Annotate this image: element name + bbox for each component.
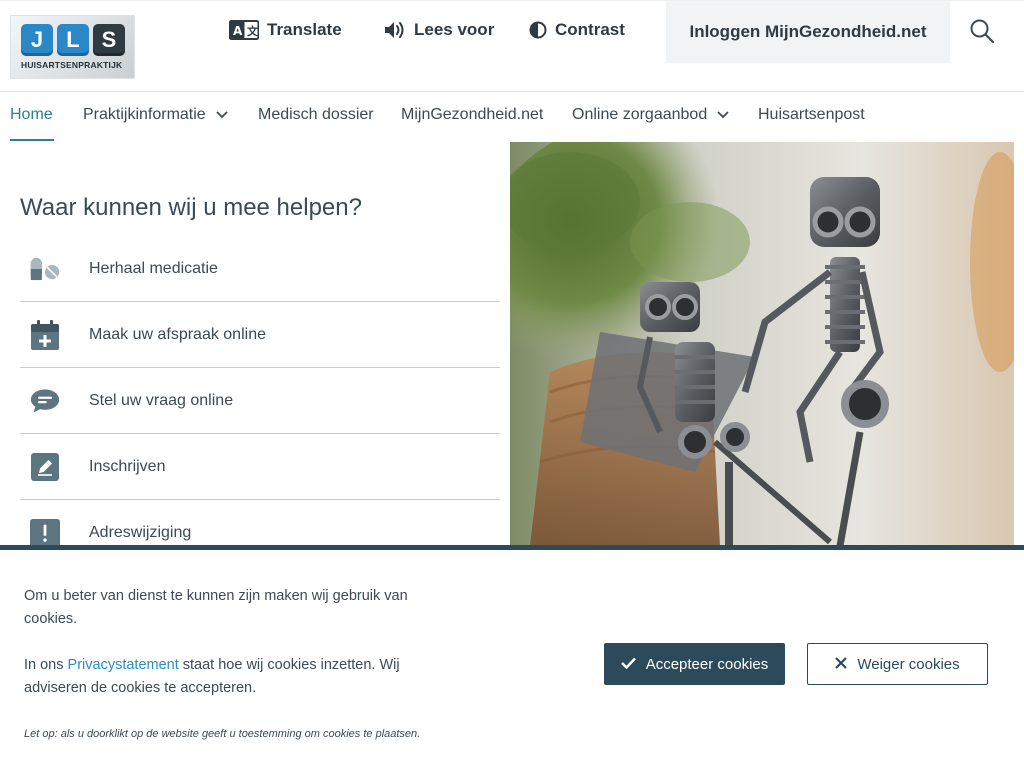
contrast-icon <box>529 21 547 39</box>
translate-button[interactable]: A 文 Translate <box>229 19 342 41</box>
nav-item-label: Praktijkinformatie <box>83 106 206 123</box>
logo-subtitle: HUISARTSENPRAKTIJK <box>21 60 123 70</box>
cookie-text-privacy: In ons Privacystatement staat hoe wij co… <box>24 654 454 700</box>
chevron-down-icon <box>216 106 228 124</box>
main-navigation: Home Praktijkinformatie Medisch dossier … <box>0 92 1024 142</box>
cookie-consent-note: Let op: als u doorklikt op de website ge… <box>24 728 421 740</box>
nav-item-huisartsenpost[interactable]: Huisartsenpost <box>758 106 865 124</box>
nav-item-label: Home <box>10 106 53 123</box>
translate-label: Translate <box>267 20 342 39</box>
action-label: Stel uw vraag online <box>89 391 234 409</box>
nav-item-online-zorgaanbod[interactable]: Online zorgaanbod <box>572 106 729 124</box>
action-vraag-online[interactable]: Stel uw vraag online <box>20 368 500 434</box>
action-herhaal-medicatie[interactable]: Herhaal medicatie <box>20 236 500 302</box>
contrast-label: Contrast <box>555 20 625 39</box>
action-label: Inschrijven <box>89 457 166 475</box>
top-bar: J L S HUISARTSENPRAKTIJK A 文 Translate L… <box>0 0 1024 92</box>
cookie-text-intro: Om u beter van dienst te kunnen zijn mak… <box>24 588 408 627</box>
nav-item-label: MijnGezondheid.net <box>401 106 544 123</box>
nav-item-praktijkinformatie[interactable]: Praktijkinformatie <box>83 106 228 124</box>
action-label: Adreswijziging <box>89 523 192 541</box>
reject-cookies-button[interactable]: Weiger cookies <box>807 643 988 685</box>
logo-letters: J L S <box>21 24 125 56</box>
nav-item-medisch-dossier[interactable]: Medisch dossier <box>258 106 374 124</box>
read-aloud-button[interactable]: Lees voor <box>384 19 494 41</box>
nav-item-label: Online zorgaanbod <box>572 106 708 123</box>
action-inschrijven[interactable]: Inschrijven <box>20 434 500 500</box>
translate-icon: A 文 <box>229 20 259 40</box>
nav-item-home[interactable]: Home <box>10 106 53 124</box>
svg-text:文: 文 <box>247 24 259 38</box>
reject-cookies-label: Weiger cookies <box>857 655 960 673</box>
exclamation-icon <box>30 518 60 548</box>
chevron-down-icon <box>717 106 729 124</box>
speaker-icon <box>384 20 406 40</box>
contrast-button[interactable]: Contrast <box>529 19 625 41</box>
close-icon <box>835 656 848 673</box>
logo-letter-s: S <box>93 24 125 56</box>
login-button[interactable]: Inloggen MijnGezondheid.net <box>666 1 950 63</box>
cookie-text-before: In ons <box>24 657 68 673</box>
quick-actions-list: Herhaal medicatie Maak uw afspraak onlin… <box>20 236 500 566</box>
hero-photo <box>510 142 1014 546</box>
logo-letter-l: L <box>57 24 89 56</box>
active-nav-underline <box>10 139 54 141</box>
accept-cookies-button[interactable]: Accepteer cookies <box>604 643 785 685</box>
nav-item-label: Huisartsenpost <box>758 106 865 123</box>
nav-item-label: Medisch dossier <box>258 106 374 123</box>
pills-icon <box>30 254 60 284</box>
cookie-banner: Om u beter van dienst te kunnen zijn mak… <box>0 545 1024 768</box>
pencil-icon <box>30 452 60 482</box>
action-label: Herhaal medicatie <box>89 259 218 277</box>
search-icon[interactable] <box>969 18 995 44</box>
action-afspraak-online[interactable]: Maak uw afspraak online <box>20 302 500 368</box>
read-aloud-label: Lees voor <box>414 20 495 39</box>
check-icon <box>620 656 636 673</box>
practice-logo[interactable]: J L S HUISARTSENPRAKTIJK <box>10 15 135 79</box>
page-title: Waar kunnen wij u mee helpen? <box>20 194 362 221</box>
action-label: Maak uw afspraak online <box>89 325 266 343</box>
logo-letter-j: J <box>21 24 53 56</box>
accept-cookies-label: Accepteer cookies <box>645 655 769 673</box>
cookie-message: Om u beter van dienst te kunnen zijn mak… <box>24 585 454 723</box>
chat-bubble-icon <box>30 386 60 416</box>
calendar-plus-icon <box>30 319 60 350</box>
nav-item-mijngezondheid[interactable]: MijnGezondheid.net <box>401 106 543 124</box>
privacy-statement-link[interactable]: Privacystatement <box>68 657 179 673</box>
svg-text:A: A <box>233 24 243 38</box>
